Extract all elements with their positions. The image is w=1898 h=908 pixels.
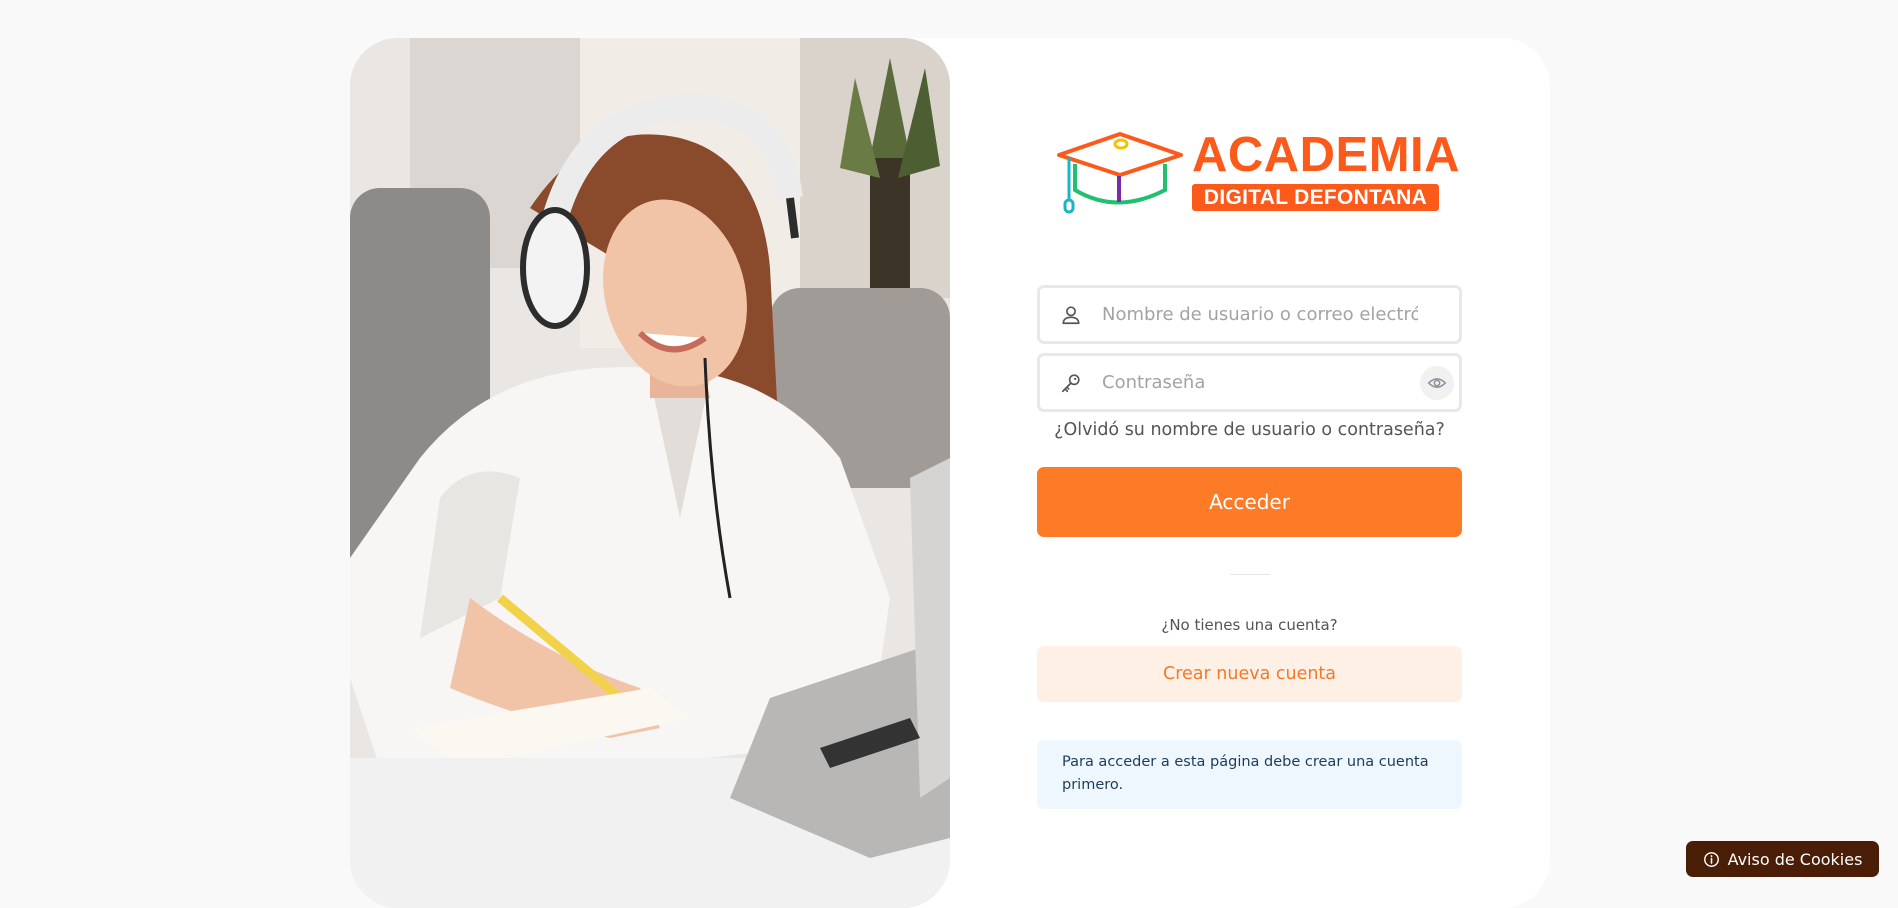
login-form-panel: ACADEMIA DIGITAL DEFONTANA Nombre de usu… [950, 38, 1550, 908]
forgot-credentials-link[interactable]: ¿Olvidó su nombre de usuario o contraseñ… [1037, 420, 1462, 440]
password-input[interactable] [1100, 356, 1420, 409]
toggle-password-visibility-button[interactable] [1420, 366, 1454, 400]
no-account-prompt: ¿No tienes una cuenta? [1161, 616, 1338, 634]
user-icon [1062, 306, 1080, 325]
info-alert: Para acceder a esta página debe crear un… [1037, 740, 1462, 809]
username-input[interactable] [1100, 288, 1420, 341]
brand-subtitle: DIGITAL DEFONTANA [1192, 184, 1439, 211]
brand-name: ACADEMIA [1192, 128, 1461, 182]
create-account-button[interactable]: Crear nueva cuenta [1037, 646, 1462, 702]
key-icon [1061, 374, 1080, 393]
info-circle-icon [1703, 851, 1719, 867]
brand-logo: ACADEMIA DIGITAL DEFONTANA [1057, 128, 1461, 222]
graduation-cap-icon [1057, 132, 1183, 214]
password-field[interactable] [1037, 353, 1462, 412]
cookie-notice-label: Aviso de Cookies [1727, 849, 1863, 869]
login-card: ACADEMIA DIGITAL DEFONTANA Nombre de usu… [350, 38, 1550, 908]
eye-icon [1427, 378, 1447, 388]
username-field[interactable] [1037, 285, 1462, 344]
hero-photo [350, 38, 950, 908]
divider [1230, 574, 1270, 575]
login-button[interactable]: Acceder [1037, 467, 1462, 537]
cookie-notice-button[interactable]: Aviso de Cookies [1686, 841, 1879, 877]
